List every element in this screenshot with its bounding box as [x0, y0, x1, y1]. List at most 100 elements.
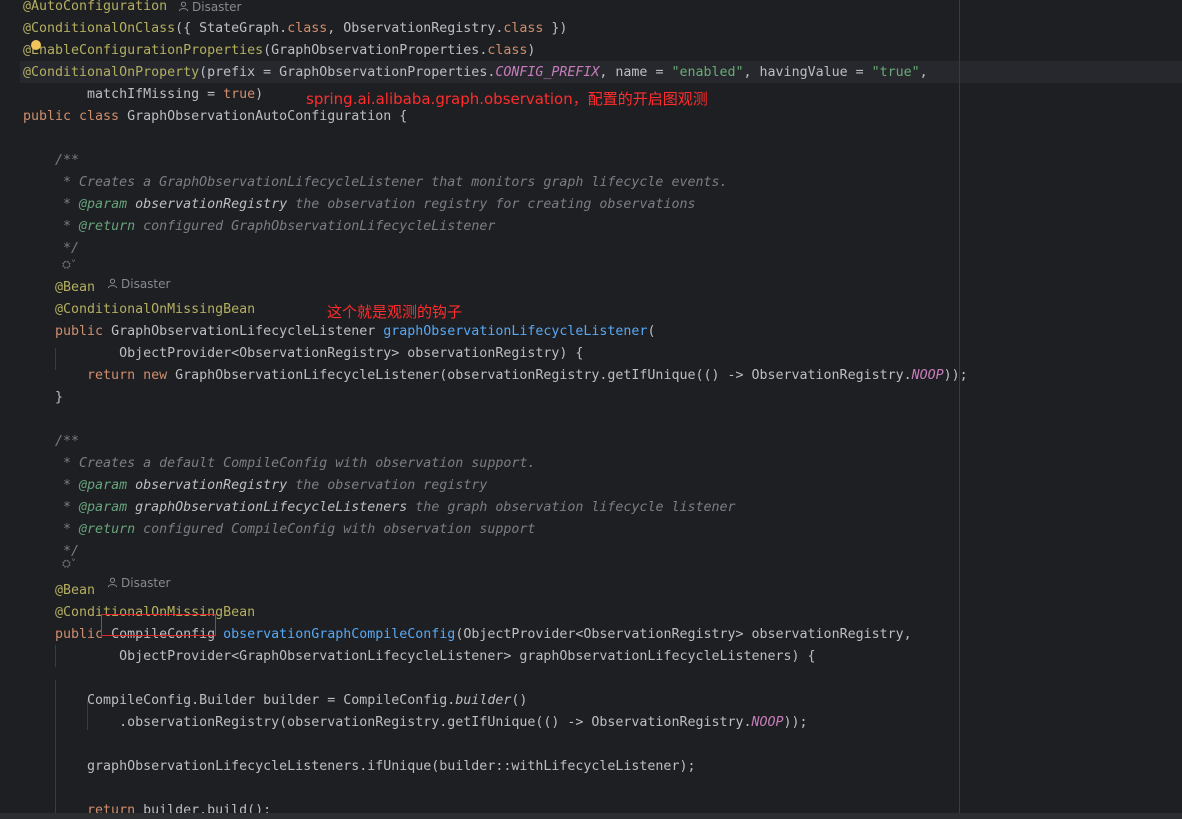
- code-line[interactable]: public GraphObservationLifecycleListener…: [23, 321, 655, 343]
- code-token: .observationRegistry(observationRegistry…: [23, 715, 752, 730]
- code-line[interactable]: public class GraphObservationAutoConfigu…: [23, 106, 407, 128]
- code-token: class: [487, 43, 528, 58]
- author-inlay-hint[interactable]: Disaster: [107, 273, 170, 295]
- code-line[interactable]: @AutoConfiguration: [23, 0, 167, 18]
- author-inlay-hint[interactable]: Disaster: [178, 0, 241, 18]
- code-token: @ConditionalOnClass: [23, 21, 176, 36]
- code-token: , name =: [599, 65, 672, 80]
- code-token: ));: [943, 368, 968, 383]
- code-token: NOOP: [751, 715, 784, 730]
- code-token: builder.build();: [143, 803, 272, 813]
- code-token: * Creates a GraphObservationLifecycleLis…: [23, 175, 728, 190]
- code-line[interactable]: CompileConfig.Builder builder = CompileC…: [23, 690, 527, 712]
- code-line[interactable]: matchIfMissing = true): [23, 84, 263, 106]
- code-line[interactable]: /**: [23, 150, 79, 172]
- user-icon: [107, 577, 118, 588]
- code-line[interactable]: .observationRegistry(observationRegistry…: [23, 712, 808, 734]
- code-token: class: [503, 21, 544, 36]
- code-line[interactable]: @Bean: [23, 580, 95, 602]
- code-token: (GraphObservationProperties.: [263, 43, 488, 58]
- code-token: graphObservationLifecycleListeners.ifUni…: [23, 759, 696, 774]
- code-token: @return: [79, 522, 136, 537]
- author-inlay-hint[interactable]: Disaster: [107, 572, 170, 594]
- right-margin-guide: [959, 0, 960, 813]
- code-token: ));: [783, 715, 808, 730]
- code-editor[interactable]: @AutoConfiguration @ConditionalOnClass({ …: [0, 0, 1182, 813]
- code-token: @param: [79, 197, 128, 212]
- code-line[interactable]: ObjectProvider<ObservationRegistry> obse…: [23, 343, 583, 365]
- code-token: @Bean: [23, 583, 96, 598]
- code-line[interactable]: @ConditionalOnClass({ StateGraph.class, …: [23, 18, 567, 40]
- code-token: }): [543, 21, 568, 36]
- code-token: observationGraphCompileConfig: [223, 627, 456, 642]
- code-token: graphObservationLifecycleListeners: [127, 500, 408, 515]
- code-token: public class: [23, 109, 128, 124]
- code-token: @AutoConfiguration: [23, 0, 168, 14]
- code-line[interactable]: * @param observationRegistry the observa…: [23, 194, 695, 216]
- user-icon: [178, 1, 189, 12]
- code-vision-fold-icon[interactable]: ⛭˅: [62, 256, 76, 274]
- code-token: the observation registry: [287, 478, 488, 493]
- code-line[interactable]: /**: [23, 431, 79, 453]
- code-token: return new: [23, 368, 176, 383]
- user-icon: [107, 278, 118, 289]
- code-line[interactable]: * Creates a default CompileConfig with o…: [23, 453, 535, 475]
- code-token: *: [23, 500, 80, 515]
- code-line[interactable]: }: [23, 387, 63, 409]
- lightbulb-icon[interactable]: [31, 40, 41, 50]
- code-token: public: [23, 324, 112, 339]
- code-line[interactable]: @ConditionalOnMissingBean: [23, 299, 255, 321]
- code-token: @ConditionalOnMissingBean: [23, 302, 256, 317]
- code-token: (ObjectProvider<ObservationRegistry> obs…: [455, 627, 912, 642]
- code-token: ): [527, 43, 536, 58]
- highlight-box: [101, 614, 216, 636]
- editor-gutter[interactable]: [0, 0, 20, 813]
- horizontal-scrollbar[interactable]: [0, 813, 1182, 819]
- code-line[interactable]: return builder.build();: [23, 800, 271, 813]
- code-token: CONFIG_PREFIX: [495, 65, 600, 80]
- code-token: true: [223, 87, 256, 102]
- code-token: /**: [23, 434, 80, 449]
- code-line[interactable]: * @return configured CompileConfig with …: [23, 519, 535, 541]
- code-token: @return: [79, 219, 136, 234]
- code-line[interactable]: graphObservationLifecycleListeners.ifUni…: [23, 756, 695, 778]
- code-token: CompileConfig.Builder builder = CompileC…: [23, 693, 456, 708]
- code-token: GraphObservationLifecycleListener(observ…: [175, 368, 912, 383]
- code-token: *: [23, 197, 80, 212]
- code-token: @EnableConfigurationProperties: [23, 43, 264, 58]
- code-token: NOOP: [911, 368, 944, 383]
- code-line[interactable]: @ConditionalOnProperty(prefix = GraphObs…: [23, 62, 928, 84]
- code-token: observationRegistry: [127, 478, 288, 493]
- code-line[interactable]: @Bean: [23, 277, 95, 299]
- code-token: }: [23, 390, 64, 405]
- code-token: public: [23, 627, 112, 642]
- code-token: class: [287, 21, 328, 36]
- code-vision-fold-icon[interactable]: ⛭˅: [62, 555, 76, 573]
- code-line[interactable]: * Creates a GraphObservationLifecycleLis…: [23, 172, 727, 194]
- code-token: the observation registry for creating ob…: [287, 197, 696, 212]
- code-token: @param: [79, 478, 128, 493]
- code-line[interactable]: * @param graphObservationLifecycleListen…: [23, 497, 736, 519]
- code-token: @param: [79, 500, 128, 515]
- annotation-observation-prefix: spring.ai.alibaba.graph.observation，配置的开…: [306, 90, 708, 108]
- code-token: *: [23, 478, 80, 493]
- code-line[interactable]: * @param observationRegistry the observa…: [23, 475, 487, 497]
- code-token: */: [23, 241, 80, 256]
- annotation-hook: 这个就是观测的钩子: [327, 303, 463, 321]
- code-token: ObjectProvider<GraphObservationLifecycle…: [23, 649, 816, 664]
- code-token: *: [23, 522, 80, 537]
- code-token: configured CompileConfig with observatio…: [135, 522, 536, 537]
- author-name: Disaster: [121, 277, 171, 291]
- code-token: , ObservationRegistry.: [327, 21, 504, 36]
- code-line[interactable]: @EnableConfigurationProperties(GraphObse…: [23, 40, 535, 62]
- code-token: configured GraphObservationLifecycleList…: [135, 219, 496, 234]
- code-line[interactable]: * @return configured GraphObservationLif…: [23, 216, 495, 238]
- code-line[interactable]: ObjectProvider<GraphObservationLifecycle…: [23, 646, 816, 668]
- code-token: ,: [919, 65, 928, 80]
- code-token: "enabled": [671, 65, 744, 80]
- code-token: @ConditionalOnProperty: [23, 65, 200, 80]
- code-line[interactable]: return new GraphObservationLifecycleList…: [23, 365, 968, 387]
- code-token: * Creates a default CompileConfig with o…: [23, 456, 536, 471]
- code-token: *: [23, 219, 80, 234]
- code-token: @Bean: [23, 280, 96, 295]
